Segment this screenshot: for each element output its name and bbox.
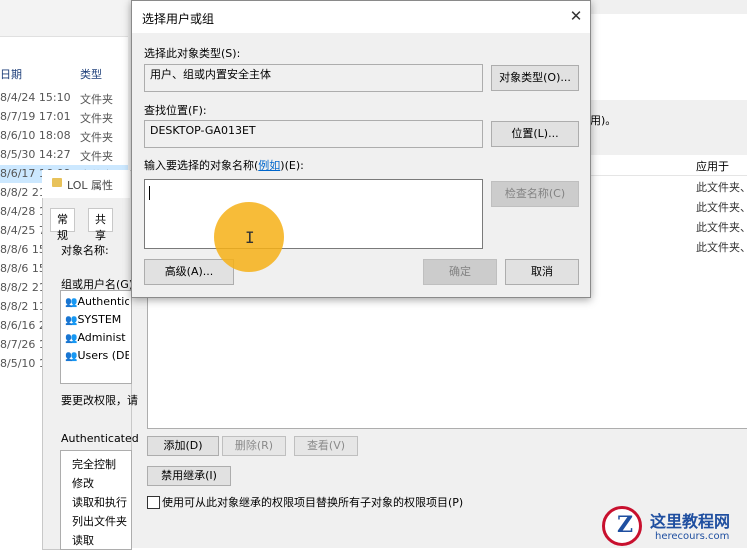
replace-child-permissions-label[interactable]: 使用可从此对象继承的权限项目替换所有子对象的权限项目(P) <box>162 494 463 510</box>
file-date: 8/6/10 18:08 <box>0 129 71 142</box>
file-row[interactable]: 8/4/24 15:10 文件夹 <box>0 89 130 107</box>
explorer-toolbar <box>0 0 130 37</box>
ok-button[interactable]: 确定 <box>423 259 497 285</box>
applies-to-cell: 此文件夹、 <box>696 241 747 254</box>
advanced-header-text: 用)。 <box>590 114 617 127</box>
watermark-title: 这里教程网 <box>650 512 731 531</box>
user-name: Users (DE <box>77 349 129 362</box>
permissions-for-label: Authenticated <box>61 432 139 445</box>
user-name: SYSTEM <box>77 313 122 326</box>
object-types-button[interactable]: 对象类型(O)... <box>491 65 579 91</box>
permission-item: 修改 <box>72 477 94 490</box>
dialog-title: 选择用户或组 <box>142 12 215 26</box>
permission-item: 读取 <box>72 534 94 547</box>
user-list-item[interactable]: 👥Authentic <box>65 295 129 308</box>
advanced-button[interactable]: 高级(A)... <box>144 259 234 285</box>
disable-inheritance-button[interactable]: 禁用继承(I) <box>147 466 231 486</box>
advanced-header-area <box>590 14 747 100</box>
file-type: 文件夹 <box>80 150 113 163</box>
object-type-field: 用户、组或内置安全主体 <box>144 64 483 92</box>
object-name-label: 对象名称: <box>61 244 109 257</box>
watermark-logo-letter: Z <box>617 512 634 538</box>
file-type: 文件夹 <box>80 93 113 106</box>
close-icon[interactable]: ✕ <box>568 7 584 25</box>
users-icon: 👥 <box>65 333 78 344</box>
object-names-input[interactable] <box>144 179 483 249</box>
applies-to-cell: 此文件夹、 <box>696 221 747 234</box>
change-permissions-text: 要更改权限，请 <box>61 394 138 407</box>
enter-names-label: 输入要选择的对象名称(例如)(E): <box>144 159 304 172</box>
file-row[interactable]: 8/5/30 14:27 文件夹 <box>0 146 130 164</box>
location-label: 查找位置(F): <box>144 104 207 117</box>
watermark-url: herecours.com <box>655 531 730 542</box>
object-type-label: 选择此对象类型(S): <box>144 47 241 60</box>
column-header-date[interactable]: 日期 <box>0 66 22 82</box>
tab-general[interactable]: 常规 <box>50 208 75 242</box>
add-button[interactable]: 添加(D) <box>147 436 219 456</box>
location-field: DESKTOP-GA013ET <box>144 120 483 148</box>
file-type: 文件夹 <box>80 131 113 144</box>
user-name: Administ <box>77 331 126 344</box>
permission-item: 读取和执行 <box>72 496 127 509</box>
permission-item: 列出文件夹 <box>72 515 127 528</box>
select-users-dialog: 选择用户或组 ✕ 选择此对象类型(S): 用户、组或内置安全主体 对象类型(O)… <box>131 0 591 298</box>
file-date: 8/5/30 14:27 <box>0 148 71 161</box>
file-date: 8/7/19 17:01 <box>0 110 71 123</box>
cancel-button[interactable]: 取消 <box>505 259 579 285</box>
user-list-item[interactable]: 👥Users (DE <box>65 349 129 362</box>
text-cursor-icon: I <box>245 228 255 247</box>
users-icon: 👥 <box>65 351 78 362</box>
replace-child-permissions-checkbox[interactable] <box>147 496 160 509</box>
remove-button[interactable]: 删除(R) <box>222 436 286 456</box>
applies-to-cell: 此文件夹、 <box>696 181 747 194</box>
column-header-type[interactable]: 类型 <box>80 66 102 82</box>
users-icon: 👥 <box>65 297 78 308</box>
users-icon: 👥 <box>65 315 78 326</box>
applies-to-cell: 此文件夹、 <box>696 201 747 214</box>
user-list-item[interactable]: 👥Administ <box>65 331 129 344</box>
tab-sharing[interactable]: 共享 <box>88 208 113 242</box>
locations-button[interactable]: 位置(L)... <box>491 121 579 147</box>
user-name: Authentic <box>77 295 129 308</box>
user-list-item[interactable]: 👥SYSTEM <box>65 313 129 326</box>
view-button[interactable]: 查看(V) <box>294 436 358 456</box>
file-date: 8/4/28 1 <box>0 205 46 218</box>
column-header-applies-to[interactable]: 应用于 <box>696 158 729 174</box>
file-row[interactable]: 8/7/19 17:01 文件夹 <box>0 108 130 126</box>
text-caret <box>149 186 150 200</box>
folder-icon <box>52 178 62 187</box>
properties-title: LOL 属性 <box>67 179 114 192</box>
permission-item: 完全控制 <box>72 458 116 471</box>
examples-link[interactable]: 例如 <box>258 159 280 172</box>
file-type: 文件夹 <box>80 112 113 125</box>
file-date: 8/4/24 15:10 <box>0 91 71 104</box>
check-names-button[interactable]: 检查名称(C) <box>491 181 579 207</box>
file-row[interactable]: 8/6/10 18:08 文件夹 <box>0 127 130 145</box>
